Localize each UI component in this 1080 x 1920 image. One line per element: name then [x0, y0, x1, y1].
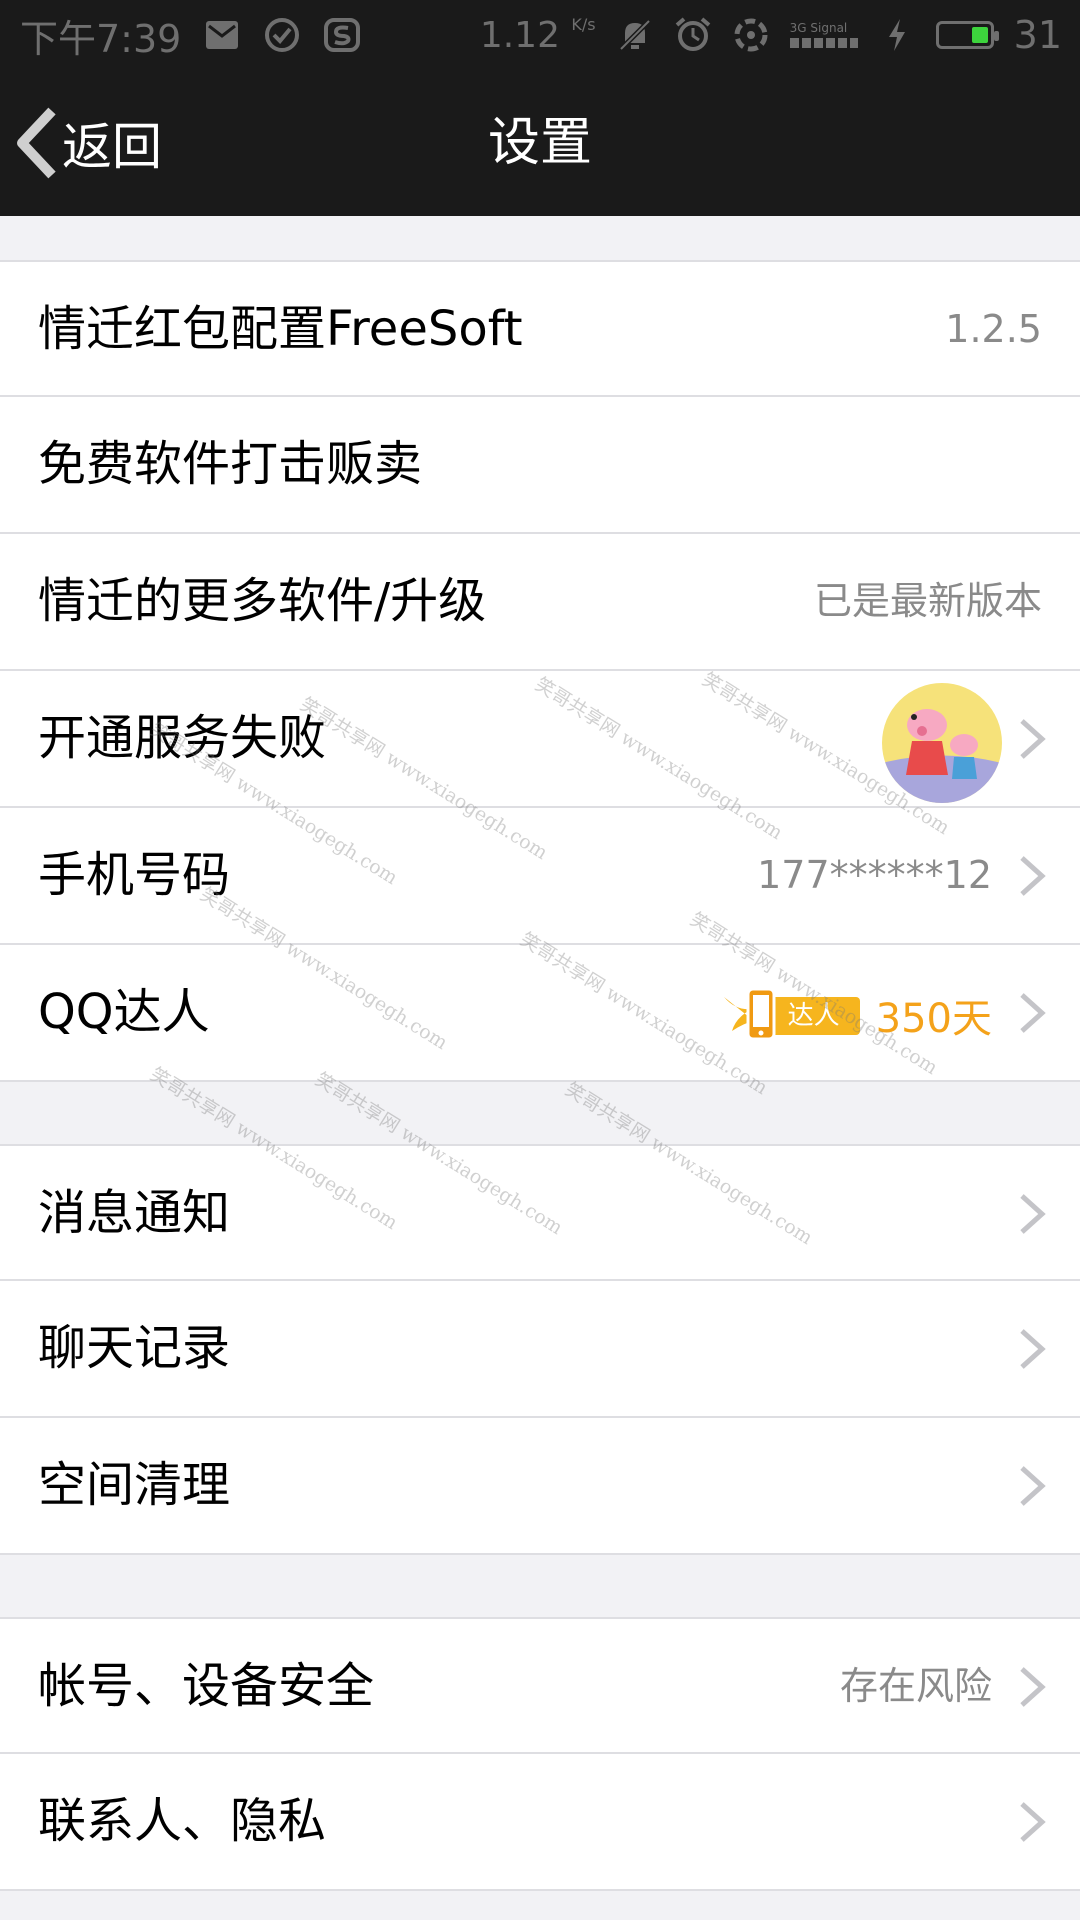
update-status-value: 已是最新版本 — [813, 579, 1042, 623]
battery-level: 31 — [1013, 13, 1062, 57]
chevron-right-icon — [1020, 1194, 1046, 1234]
settings-item-label: 聊天记录 — [38, 1320, 231, 1376]
settings-item-label: QQ达人 — [38, 984, 210, 1040]
chevron-right-icon — [1020, 1802, 1046, 1842]
chevron-left-icon — [17, 107, 56, 179]
settings-item-label: 联系人、隐私 — [38, 1793, 327, 1849]
back-label: 返回 — [62, 118, 162, 176]
qq-expert-badge-text: 达人 — [787, 1001, 840, 1031]
chevron-right-icon — [1020, 1329, 1046, 1369]
settings-item-label: 情迁的更多软件/升级 — [38, 573, 487, 629]
security-status-value: 存在风险 — [839, 1664, 992, 1708]
settings-item-notifications[interactable]: 消息通知 — [0, 1144, 1080, 1281]
alarm-icon — [674, 16, 712, 54]
sogou-icon — [323, 16, 361, 54]
settings-item-config[interactable]: 情迁红包配置FreeSoft 1.2.5 — [0, 260, 1080, 397]
title-bar: 设置 返回 — [0, 70, 1080, 216]
settings-item-label: 空间清理 — [38, 1457, 231, 1513]
chevron-right-icon — [1020, 856, 1046, 896]
back-button[interactable]: 返回 — [14, 70, 162, 216]
settings-item-service[interactable]: 开通服务失败 — [0, 671, 1080, 808]
check-circle-icon — [263, 16, 301, 54]
settings-item-storage-cleanup[interactable]: 空间清理 — [0, 1418, 1080, 1555]
settings-item-label: 开通服务失败 — [38, 710, 327, 766]
signal-icon: 3G Signal — [789, 22, 858, 48]
settings-item-phone[interactable]: 手机号码 177******12 — [0, 808, 1080, 945]
settings-item-more-software[interactable]: 情迁的更多软件/升级 已是最新版本 — [0, 534, 1080, 671]
charging-icon — [878, 16, 916, 54]
settings-item-label: 帐号、设备安全 — [38, 1658, 375, 1714]
version-value: 1.2.5 — [945, 307, 1042, 351]
chevron-right-icon — [1020, 993, 1046, 1033]
battery-icon — [935, 21, 999, 49]
mail-icon — [203, 16, 241, 54]
settings-list: 情迁红包配置FreeSoft 1.2.5 免费软件打击贩卖 情迁的更多软件/升级… — [0, 216, 1080, 1891]
mute-icon — [616, 16, 654, 54]
settings-item-contacts-privacy[interactable]: 联系人、隐私 — [0, 1754, 1080, 1891]
settings-item-anti-resale[interactable]: 免费软件打击贩卖 — [0, 397, 1080, 534]
qq-expert-badge: 达人 350天 — [722, 985, 992, 1045]
chevron-right-icon — [1020, 1466, 1046, 1506]
status-bar: 下午7:39 1.12 K/s 3G Signal 31 — [0, 0, 1080, 70]
settings-item-label: 免费软件打击贩卖 — [38, 436, 423, 492]
chevron-right-icon — [1020, 719, 1046, 759]
chevron-right-icon — [1020, 1667, 1046, 1707]
settings-item-chat-history[interactable]: 聊天记录 — [0, 1281, 1080, 1418]
settings-item-label: 消息通知 — [38, 1185, 231, 1241]
settings-item-label: 手机号码 — [38, 847, 231, 903]
qq-expert-days: 350天 — [875, 996, 992, 1042]
avatar — [882, 683, 1002, 803]
vpn-icon — [732, 16, 770, 54]
settings-item-account-security[interactable]: 帐号、设备安全 存在风险 — [0, 1617, 1080, 1754]
settings-item-label: 情迁红包配置FreeSoft — [38, 301, 523, 357]
net-speed: 1.12 K/s — [479, 14, 596, 56]
status-time: 下午7:39 — [20, 16, 182, 61]
settings-item-qq-expert[interactable]: QQ达人 达人 350天 — [0, 945, 1080, 1082]
page-title: 设置 — [487, 113, 592, 173]
phone-number-value: 177******12 — [757, 853, 992, 897]
